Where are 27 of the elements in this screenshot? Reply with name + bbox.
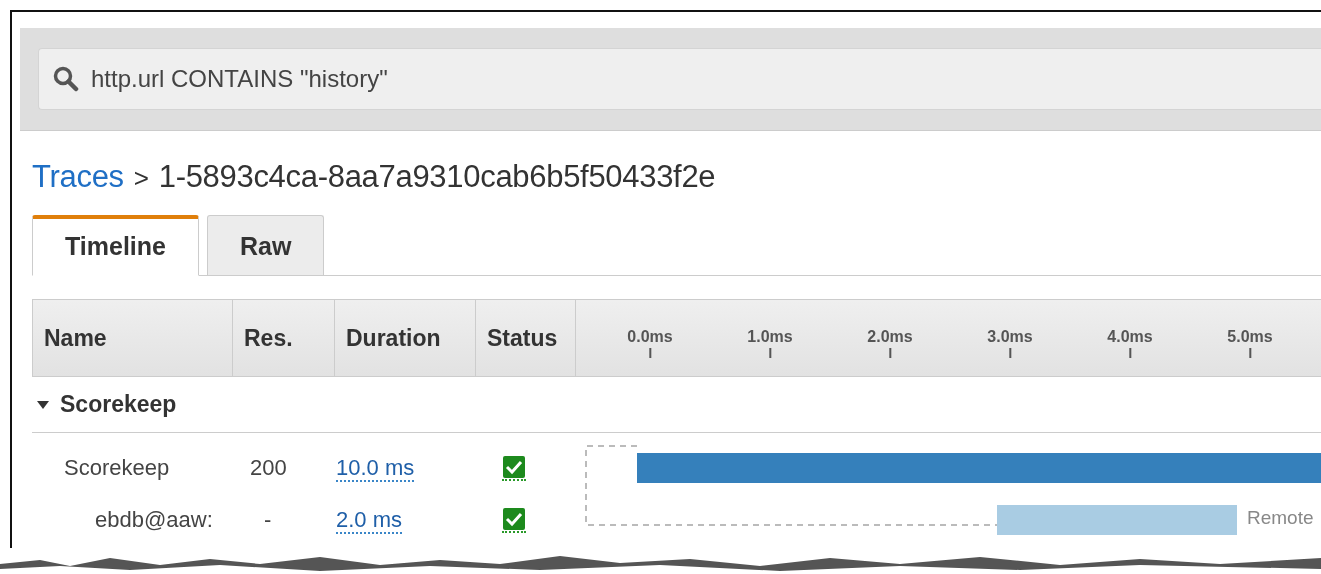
search-icon xyxy=(53,66,79,92)
column-header[interactable]: Res. xyxy=(233,300,335,376)
timeline-tick: 0.0ms xyxy=(627,328,673,358)
timeline-tick: 3.0ms xyxy=(987,328,1033,358)
tab[interactable]: Raw xyxy=(206,215,325,275)
breadcrumb-link[interactable]: Traces xyxy=(32,159,124,195)
search-field[interactable]: http.url CONTAINS "history" xyxy=(38,48,1321,110)
duration-link[interactable]: 10.0 ms xyxy=(336,455,415,482)
timeline-tick: 5.0ms xyxy=(1227,328,1273,358)
table-cell-text: 200 xyxy=(249,455,288,481)
timeline-bar[interactable] xyxy=(997,505,1237,535)
duration-link[interactable]: 2.0 ms xyxy=(336,507,403,534)
table-cell-text: Scorekeep xyxy=(63,455,171,481)
breadcrumb-separator: > xyxy=(133,163,149,194)
group-name: Scorekeep xyxy=(60,391,177,418)
tab[interactable]: Timeline xyxy=(32,215,199,276)
table-cell-text: ebdb@aaw: xyxy=(94,507,214,533)
timeline-tick: 4.0ms xyxy=(1107,328,1153,358)
timeline-tick: 1.0ms xyxy=(747,328,793,358)
table-cell-text: - xyxy=(263,507,273,533)
bar-label: Remote xyxy=(1247,507,1314,529)
trace-id: 1-5893c4ca-8aa7a9310cab6b5f50433f2e xyxy=(158,159,716,195)
column-header[interactable]: Status xyxy=(476,300,576,376)
column-header[interactable]: Duration xyxy=(335,300,476,376)
timeline-bar[interactable] xyxy=(637,453,1321,483)
column-header[interactable]: Name xyxy=(33,300,233,376)
timeline-tick: 2.0ms xyxy=(867,328,913,358)
